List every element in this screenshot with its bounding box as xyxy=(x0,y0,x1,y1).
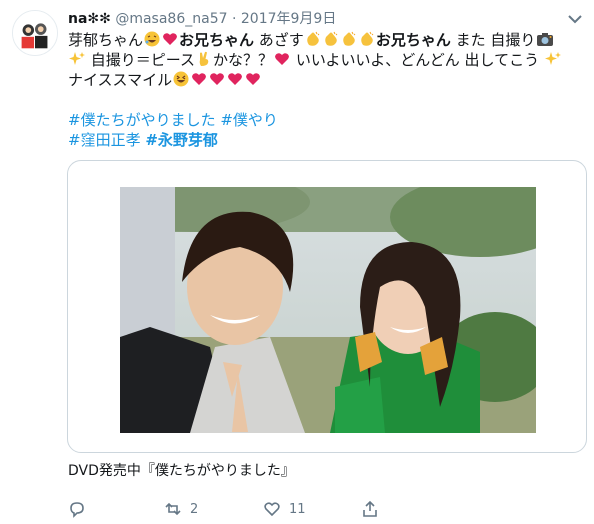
clap-emoji xyxy=(341,31,357,47)
tweet-line-3: ナイススマイル xyxy=(68,70,578,90)
hashtag-row: #僕たちがやりました #僕やり xyxy=(68,110,278,130)
hashtag-link[interactable]: #僕やり xyxy=(220,111,278,129)
link-caption[interactable]: DVD発売中『僕たちがやりました』 xyxy=(68,462,295,480)
heart-emoji xyxy=(191,71,207,87)
tweet-text-run: かな？？ xyxy=(213,51,274,69)
clap-emoji xyxy=(323,31,339,47)
chevron-down-icon[interactable] xyxy=(566,12,584,26)
tweet-text-run: ナイススマイル xyxy=(68,71,173,89)
clap-emoji xyxy=(305,31,321,47)
hashtag-row: #窪田正孝 #永野芽郁 xyxy=(68,130,278,150)
retweet-icon xyxy=(165,502,181,516)
sparkles-emoji xyxy=(544,51,561,67)
victory-hand-emoji xyxy=(196,51,212,67)
share-button[interactable] xyxy=(361,500,379,518)
bold-text: お兄ちゃん xyxy=(179,31,255,49)
tweet-text-run: 芽郁ちゃん xyxy=(68,31,144,49)
photo[interactable] xyxy=(120,187,536,433)
reply-button[interactable] xyxy=(68,500,94,518)
hashtag-link[interactable]: #永野芽郁 xyxy=(145,131,218,149)
tweet-text-run: また 自撮り xyxy=(450,31,536,49)
action-bar: 2 11 xyxy=(68,500,408,522)
heart-emoji xyxy=(162,31,178,47)
tweet-date[interactable]: 2017年9月9日 xyxy=(241,11,336,27)
like-button[interactable]: 11 xyxy=(263,500,306,518)
media-card[interactable] xyxy=(67,160,587,453)
hashtag-link[interactable]: #僕たちがやりました xyxy=(68,111,216,129)
share-icon xyxy=(363,500,377,517)
tweet-text: 芽郁ちゃん お兄ちゃん あざす お兄ちゃん また 自撮り 自撮り＝ピース かな？？ い… xyxy=(68,30,578,90)
tweet: na✻✻ @masa86_na57 · 2017年9月9日 芽郁ちゃん お兄ちゃん… xyxy=(0,0,594,524)
heart-emoji xyxy=(274,51,290,67)
user-handle[interactable]: @masa86_na57 xyxy=(115,11,227,27)
tweet-line-1: 芽郁ちゃん お兄ちゃん あざす お兄ちゃん また 自撮り xyxy=(68,30,578,50)
clap-emoji xyxy=(359,31,375,47)
avatar[interactable] xyxy=(12,10,58,56)
tweet-text-run: あざす xyxy=(254,31,304,49)
laugh-emoji xyxy=(144,31,160,47)
reply-icon xyxy=(70,502,84,518)
heart-icon xyxy=(264,502,280,517)
separator-dot: · xyxy=(231,11,237,27)
tweet-text-run: いいよいいよ、どんどん 出してこう xyxy=(291,51,544,69)
tweet-text-run: 自撮り＝ピース xyxy=(86,51,196,69)
bold-text: お兄ちゃん xyxy=(375,31,451,49)
heart-emoji xyxy=(245,71,261,87)
hashtags: #僕たちがやりました #僕やり #窪田正孝 #永野芽郁 xyxy=(68,110,278,150)
camera-emoji xyxy=(536,31,554,47)
retweet-count: 2 xyxy=(190,501,199,517)
like-count: 11 xyxy=(289,501,306,517)
sparkles-emoji xyxy=(69,51,85,67)
heart-emoji xyxy=(227,71,243,87)
heart-emoji xyxy=(209,71,225,87)
grin-emoji xyxy=(173,71,189,87)
tweet-header: na✻✻ @masa86_na57 · 2017年9月9日 xyxy=(68,10,336,28)
retweet-button[interactable]: 2 xyxy=(164,500,198,518)
display-name[interactable]: na✻✻ xyxy=(68,11,111,27)
tweet-line-2: 自撮り＝ピース かな？？ いいよいいよ、どんどん 出してこう xyxy=(68,50,578,70)
hashtag-link[interactable]: #窪田正孝 xyxy=(68,131,141,149)
